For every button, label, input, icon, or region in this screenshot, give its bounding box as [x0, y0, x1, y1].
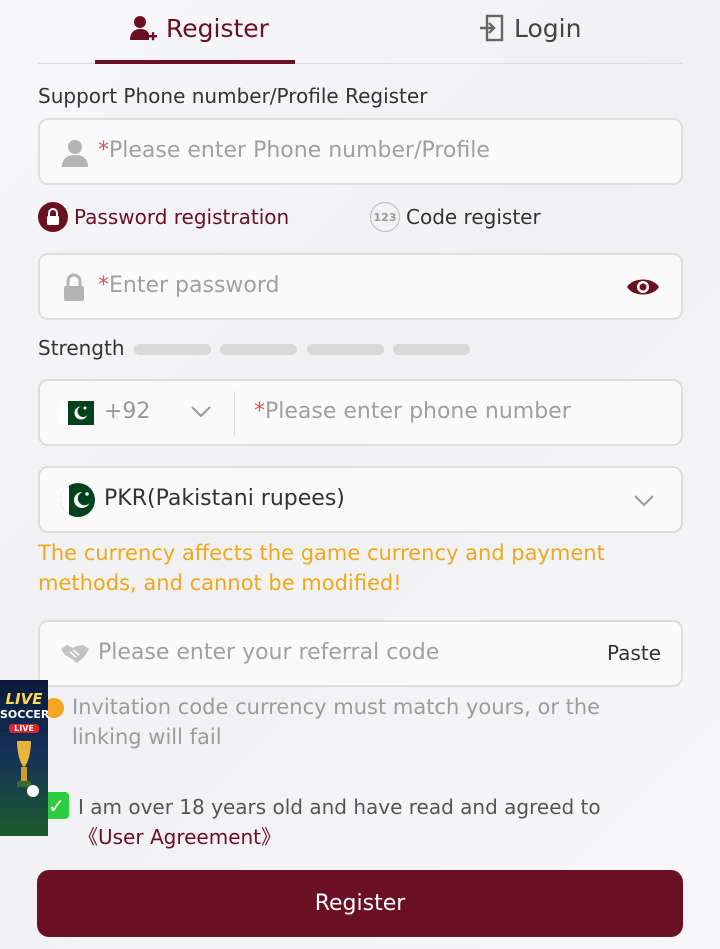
referral-warning: Invitation code currency must match your…: [72, 695, 601, 749]
lock-icon: [38, 202, 68, 232]
phone-field: +92 *Please enter phone number: [38, 379, 683, 446]
currency-value: PKR(Pakistani rupees): [104, 486, 345, 511]
ad-line-1: LIVE: [5, 690, 43, 708]
register-title: Support Phone number/Profile Register: [38, 84, 428, 108]
currency-select[interactable]: PKR(Pakistani rupees): [38, 466, 683, 533]
auth-tabs: Register Login: [38, 0, 682, 64]
trophy-icon: [17, 741, 39, 797]
required-mark: *: [98, 273, 109, 298]
live-soccer-ad[interactable]: LIVE SOCCER LIVE: [0, 680, 48, 836]
password-registration-option[interactable]: Password registration: [38, 202, 289, 232]
country-code: +92: [104, 399, 151, 424]
profile-placeholder-text: Please enter Phone number/Profile: [109, 138, 490, 163]
user-plus-icon: [130, 16, 157, 41]
phone-placeholder-text: Please enter phone number: [265, 399, 571, 424]
login-icon: [480, 14, 504, 42]
register-button[interactable]: Register: [37, 870, 683, 937]
strength-bar-3: [307, 344, 384, 355]
tab-register-label: Register: [166, 13, 269, 43]
country-code-selector[interactable]: +92: [40, 381, 234, 444]
password-registration-label: Password registration: [74, 205, 290, 229]
agreement-label: I am over 18 years old and have read and…: [78, 795, 601, 819]
currency-notice: The currency affects the game currency a…: [38, 541, 605, 595]
register-button-label: Register: [314, 891, 406, 916]
ad-line-2: SOCCER: [0, 708, 48, 721]
strength-label: Strength: [38, 336, 125, 360]
phone-number-input[interactable]: *Please enter phone number: [254, 399, 571, 424]
strength-bar-1: [134, 344, 211, 355]
paste-button[interactable]: Paste: [607, 641, 661, 665]
user-agreement-link[interactable]: 《User Agreement》: [78, 825, 281, 849]
required-mark: *: [98, 138, 109, 163]
handshake-icon: [61, 645, 89, 663]
referral-field[interactable]: Please enter your referral code Paste: [38, 620, 683, 687]
numbers-icon: 123: [370, 202, 400, 232]
eye-icon[interactable]: [625, 275, 661, 299]
profile-field[interactable]: *Please enter Phone number/Profile: [38, 118, 683, 185]
profile-placeholder: *Please enter Phone number/Profile: [98, 138, 490, 163]
ad-badge: LIVE: [9, 724, 39, 733]
tab-register[interactable]: Register: [128, 8, 269, 48]
code-register-label: Code register: [406, 205, 541, 229]
password-placeholder-text: Enter password: [109, 273, 280, 298]
user-icon: [62, 140, 88, 167]
password-placeholder: *Enter password: [98, 273, 280, 298]
required-mark: *: [254, 399, 265, 424]
pakistan-flag-icon: [60, 401, 94, 425]
pakistan-flag-icon: [60, 483, 95, 517]
active-tab-indicator: [95, 60, 295, 64]
tab-login[interactable]: Login: [478, 8, 581, 48]
agreement-text: I am over 18 years old and have read and…: [78, 792, 668, 852]
check-icon: ✓: [48, 793, 65, 818]
password-field[interactable]: *Enter password: [38, 253, 683, 320]
chevron-down-icon: [191, 406, 211, 418]
code-register-option[interactable]: 123 Code register: [370, 202, 541, 232]
strength-bar-2: [220, 344, 297, 355]
tab-login-label: Login: [514, 13, 582, 43]
lock-icon: [64, 273, 84, 301]
chevron-down-icon: [634, 495, 654, 507]
referral-placeholder: Please enter your referral code: [98, 640, 440, 665]
strength-bar-4: [393, 344, 470, 355]
phone-divider: [234, 391, 235, 435]
